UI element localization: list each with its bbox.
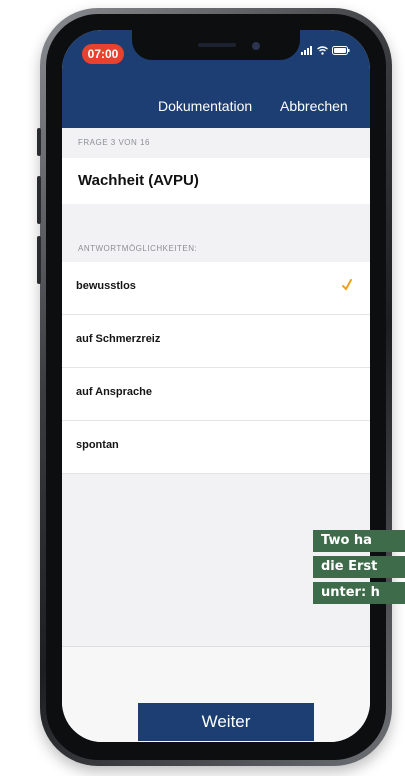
answer-list: bewusstlos auf Schmerzreiz auf Ansprache… xyxy=(62,262,370,474)
weiter-button[interactable]: Weiter xyxy=(138,703,314,741)
side-button-silent xyxy=(37,128,41,156)
phone-device: 07:00 Dokumentation Abbrechen FRAGE 3 VO… xyxy=(37,8,392,766)
side-button-volume-up xyxy=(37,176,41,224)
caption-line-3: unter: h xyxy=(313,582,405,604)
status-time: 07:00 xyxy=(82,44,124,64)
answers-header: ANTWORTMÖGLICHKEITEN: xyxy=(78,244,198,253)
signal-icon xyxy=(300,46,312,55)
answer-option-auf-schmerzreiz[interactable]: auf Schmerzreiz xyxy=(62,315,370,368)
status-icons xyxy=(300,46,350,58)
battery-icon xyxy=(332,46,350,55)
nav-header: 07:00 Dokumentation Abbrechen xyxy=(62,30,370,128)
nav-title: Dokumentation xyxy=(158,98,253,114)
caption-line-2: die Erst xyxy=(313,556,405,578)
app-screen: 07:00 Dokumentation Abbrechen FRAGE 3 VO… xyxy=(62,30,370,742)
caption-line-1: Two ha xyxy=(313,530,405,552)
question-title: Wachheit (AVPU) xyxy=(78,172,199,189)
answer-label: spontan xyxy=(76,439,119,451)
answer-label: bewusstlos xyxy=(76,280,136,292)
answer-option-spontan[interactable]: spontan xyxy=(62,421,370,474)
checkmark-icon xyxy=(342,279,352,291)
cancel-button[interactable]: Abbrechen xyxy=(280,98,348,114)
answer-option-auf-ansprache[interactable]: auf Ansprache xyxy=(62,368,370,421)
answer-label: auf Ansprache xyxy=(76,386,153,398)
answer-label: auf Schmerzreiz xyxy=(76,333,161,345)
side-button-volume-down xyxy=(37,236,41,284)
device-notch xyxy=(132,30,300,60)
question-row: Wachheit (AVPU) xyxy=(62,158,370,204)
front-camera xyxy=(252,42,260,50)
question-counter: FRAGE 3 VON 16 xyxy=(78,138,150,147)
speaker-grille xyxy=(198,43,236,47)
wifi-icon xyxy=(317,46,328,55)
bottom-bar: Weiter xyxy=(62,646,370,742)
answer-option-bewusstlos[interactable]: bewusstlos xyxy=(62,262,370,315)
